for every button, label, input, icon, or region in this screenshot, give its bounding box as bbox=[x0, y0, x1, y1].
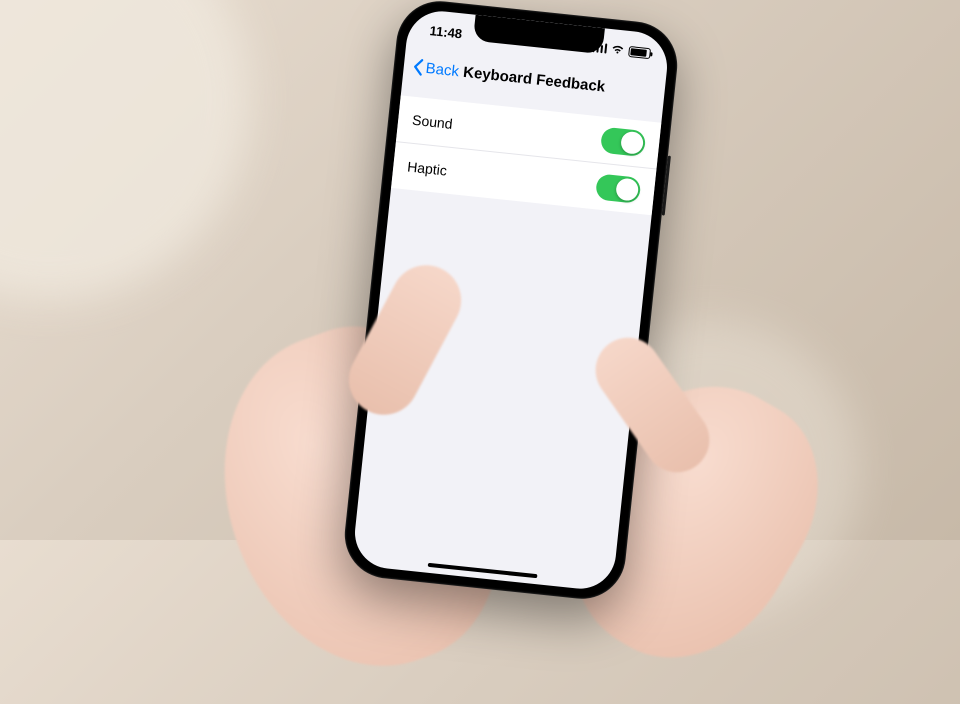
wifi-icon bbox=[610, 44, 625, 55]
page-title: Keyboard Feedback bbox=[462, 63, 606, 95]
home-indicator[interactable] bbox=[428, 563, 538, 578]
back-button-label: Back bbox=[425, 59, 460, 79]
toggle-knob bbox=[620, 131, 644, 155]
sound-toggle[interactable] bbox=[600, 127, 646, 157]
settings-row-label: Sound bbox=[411, 112, 453, 132]
status-time: 11:48 bbox=[429, 23, 463, 41]
chevron-left-icon bbox=[411, 57, 425, 76]
settings-group: Sound Haptic bbox=[391, 95, 661, 215]
settings-row-label: Haptic bbox=[407, 158, 448, 178]
toggle-knob bbox=[615, 177, 639, 201]
haptic-toggle[interactable] bbox=[595, 173, 641, 203]
battery-icon bbox=[628, 45, 651, 58]
phone-side-button bbox=[662, 156, 671, 216]
back-button[interactable]: Back bbox=[411, 57, 460, 80]
background-cushion bbox=[0, 0, 250, 300]
